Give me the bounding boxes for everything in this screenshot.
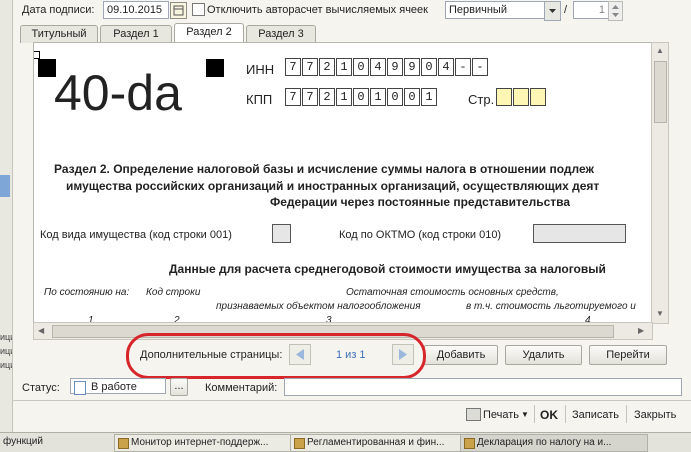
- page-separator: /: [564, 4, 568, 16]
- page-cell[interactable]: [496, 88, 512, 106]
- digit-cell: 0: [387, 88, 403, 106]
- status-label: Статус:: [22, 382, 60, 394]
- ok-button[interactable]: OK: [540, 408, 558, 422]
- save-button[interactable]: Записать: [572, 409, 619, 421]
- taskbar: функций Монитор интернет-поддерж... Регл…: [0, 432, 691, 452]
- add-page-button[interactable]: Добавить: [424, 345, 498, 365]
- column-header: Остаточная стоимость основных средств,: [346, 287, 559, 298]
- digit-cell: 1: [336, 58, 352, 76]
- digit-cell: 7: [285, 58, 301, 76]
- digit-cell: 1: [336, 88, 352, 106]
- close-button[interactable]: Закрыть: [634, 409, 676, 421]
- page-number-field[interactable]: 1: [573, 1, 609, 19]
- scroll-thumb[interactable]: [654, 61, 667, 123]
- corner-marker: [206, 59, 224, 77]
- page-cell[interactable]: [530, 88, 546, 106]
- digit-cell: 0: [404, 88, 420, 106]
- section-title-line-3: Федерации через постоянные представитель…: [270, 195, 571, 209]
- corner-handle: [34, 51, 40, 59]
- digit-cell: 2: [319, 88, 335, 106]
- digit-cell: -: [472, 58, 488, 76]
- signature-date-label: Дата подписи:: [22, 4, 95, 16]
- chevron-down-icon[interactable]: ▼: [521, 410, 529, 419]
- digit-cell: 2: [319, 58, 335, 76]
- column-header: признаваемых объектом налогообложения: [216, 301, 421, 312]
- scroll-right-icon[interactable]: ▶: [638, 326, 644, 335]
- document-icon: [74, 381, 86, 395]
- taskbar-item-active[interactable]: Декларация по налогу на и...: [460, 434, 648, 452]
- goto-page-button[interactable]: Перейти: [589, 345, 667, 365]
- digit-cell: 0: [353, 88, 369, 106]
- tab-section-2[interactable]: Раздел 2: [174, 23, 244, 43]
- property-code-label: Код вида имущества (код строки 001): [40, 229, 232, 241]
- digit-cell: 7: [302, 58, 318, 76]
- scroll-left-icon[interactable]: ◀: [38, 326, 44, 335]
- column-header: в т.ч. стоимость льготируемого и: [466, 301, 636, 312]
- form-page: 40-da ИНН 7721049904-- КПП 772101001 Стр…: [33, 42, 653, 324]
- app-icon: [118, 438, 129, 449]
- digit-cell: 0: [353, 58, 369, 76]
- scroll-up-icon[interactable]: ▲: [656, 46, 664, 55]
- status-value: В работе: [91, 381, 137, 393]
- digit-cell: 1: [421, 88, 437, 106]
- autocalc-label: Отключить авторасчет вычисляемых ячеек: [207, 4, 428, 16]
- digit-cell: 1: [370, 88, 386, 106]
- page-label: Стр.: [468, 92, 495, 107]
- page-cell[interactable]: [513, 88, 529, 106]
- print-button[interactable]: Печать: [483, 409, 519, 421]
- digit-cell: -: [455, 58, 471, 76]
- page-spinner-icon[interactable]: [608, 1, 623, 21]
- digit-cell: 0: [421, 58, 437, 76]
- taskbar-item[interactable]: Регламентированная и фин...: [290, 434, 474, 452]
- autocalc-checkbox[interactable]: [192, 3, 205, 16]
- footer-divider: [12, 400, 691, 401]
- form-barcode-text: 40-da: [54, 65, 182, 121]
- delete-page-button[interactable]: Удалить: [505, 345, 582, 365]
- tab-title-page[interactable]: Титульный: [20, 25, 98, 43]
- comment-field[interactable]: [284, 378, 682, 396]
- chevron-down-icon[interactable]: [544, 1, 561, 21]
- oktmo-label: Код по ОКТМО (код строки 010): [339, 229, 502, 241]
- scroll-down-icon[interactable]: ▼: [656, 309, 664, 318]
- background-selection-marker: [0, 175, 10, 197]
- printer-icon[interactable]: [466, 408, 481, 421]
- comment-label: Комментарий:: [205, 382, 278, 394]
- section-title-line-2: имущества российских организаций и иност…: [66, 179, 600, 193]
- app-icon: [464, 438, 475, 449]
- digit-cell: 7: [285, 88, 301, 106]
- digit-cell: 7: [302, 88, 318, 106]
- signature-date-field[interactable]: 09.10.2015: [103, 1, 169, 19]
- inn-label: ИНН: [246, 62, 275, 77]
- document-type-select[interactable]: Первичный: [445, 1, 549, 19]
- digit-cell: 9: [387, 58, 403, 76]
- digit-cell: 4: [370, 58, 386, 76]
- taskbar-item[interactable]: Монитор интернет-поддерж...: [114, 434, 304, 452]
- oktmo-field[interactable]: [533, 224, 626, 243]
- tab-section-1[interactable]: Раздел 1: [100, 25, 172, 43]
- section-title-line-1: Раздел 2. Определение налоговой базы и и…: [54, 162, 595, 176]
- app-icon: [294, 438, 305, 449]
- status-select-button[interactable]: ...: [170, 378, 188, 396]
- highlight-oval: [126, 333, 426, 379]
- digit-cell: 9: [404, 58, 420, 76]
- tab-section-3[interactable]: Раздел 3: [246, 25, 316, 43]
- column-header: Код строки: [146, 287, 201, 298]
- column-header: По состоянию на:: [44, 287, 130, 298]
- vertical-scrollbar[interactable]: ▲ ▼: [651, 42, 669, 324]
- taskbar-item[interactable]: функций: [0, 434, 111, 450]
- kpp-label: КПП: [246, 92, 273, 107]
- data-heading: Данные для расчета среднегодовой стоимос…: [169, 262, 606, 276]
- digit-cell: 4: [438, 58, 454, 76]
- calendar-icon[interactable]: [170, 2, 187, 19]
- property-code-field[interactable]: [272, 224, 291, 243]
